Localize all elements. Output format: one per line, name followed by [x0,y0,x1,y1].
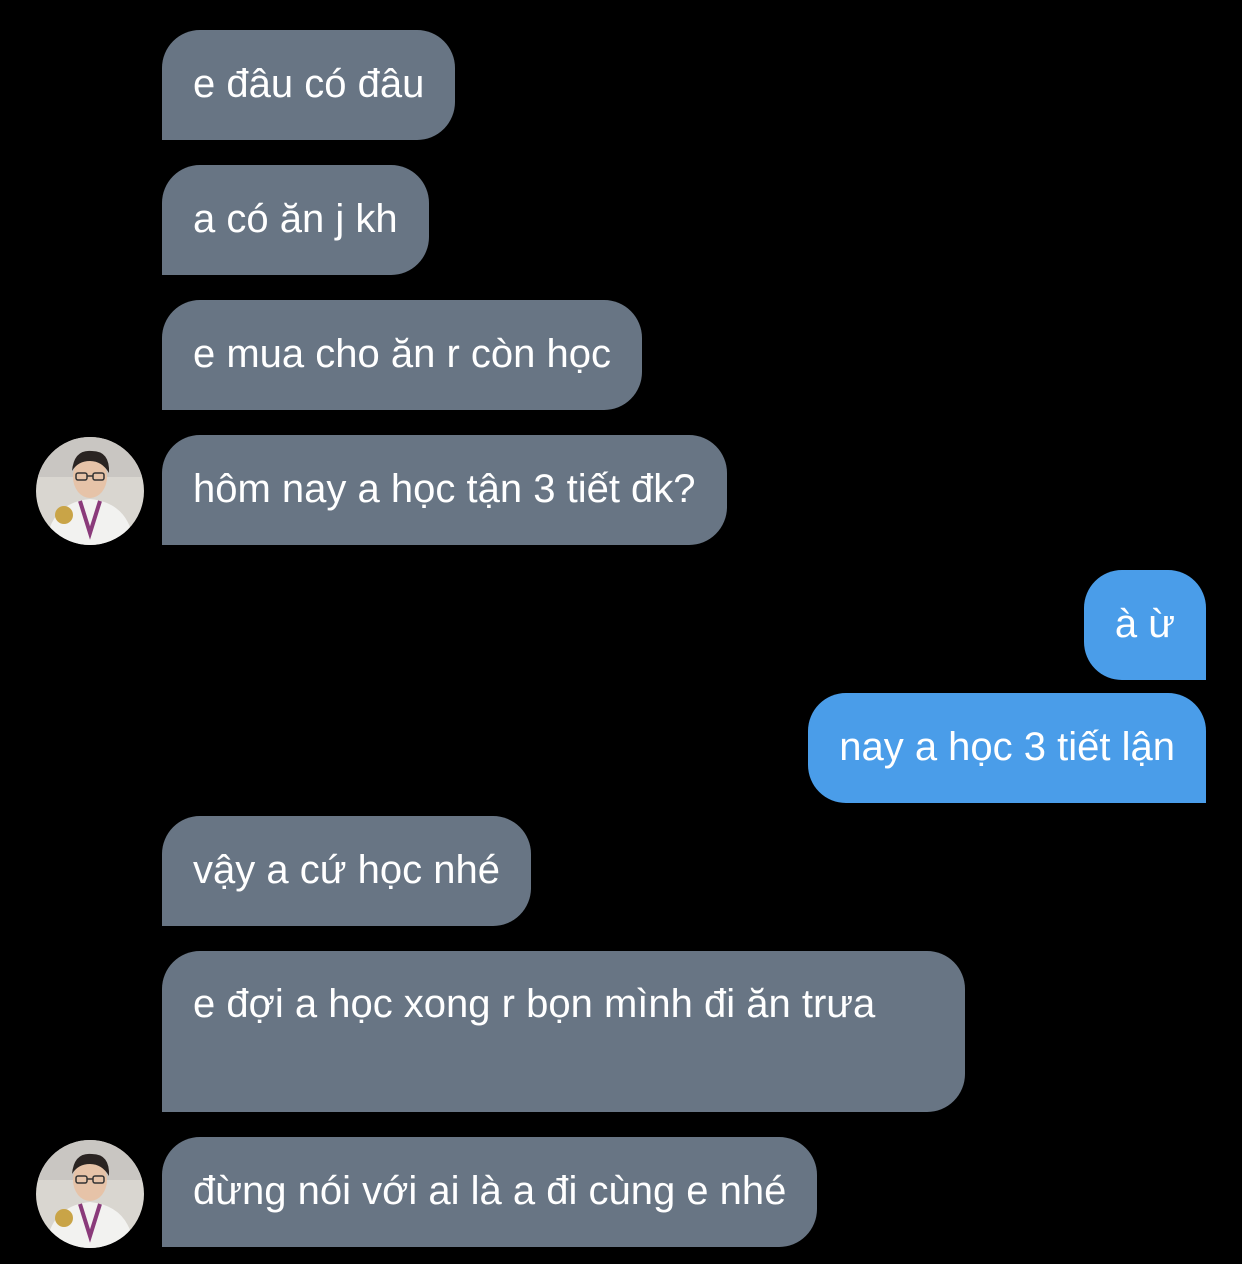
message-text: vậy a cứ học nhé [193,848,500,892]
message-text: e đợi a học xong r bọn mình đi ăn trưa [193,982,876,1026]
contact-avatar[interactable] [36,1140,144,1248]
message-bubble-incoming[interactable]: đừng nói với ai là a đi cùng e nhé [162,1137,818,1247]
avatar-photo-icon [36,437,144,545]
message-bubble-incoming[interactable]: e đợi a học xong r bọn mình đi ăn trưa [162,951,965,1112]
message-text: nay a học 3 tiết lận [839,725,1175,769]
message-text: e đâu có đâu [193,62,425,106]
message-bubble-incoming[interactable]: e mua cho ăn r còn học [162,300,643,410]
message-text: à ừ [1114,602,1175,646]
message-bubble-incoming[interactable]: a có ăn j kh [162,165,429,275]
message-text: a có ăn j kh [193,197,398,241]
message-bubble-incoming[interactable]: vậy a cứ học nhé [162,816,531,926]
message-bubble-outgoing[interactable]: nay a học 3 tiết lận [808,693,1206,803]
message-bubble-outgoing[interactable]: à ừ [1083,570,1206,680]
message-bubble-incoming[interactable]: hôm nay a học tận 3 tiết đk? [162,435,727,545]
avatar-photo-icon [36,1140,144,1248]
message-text: e mua cho ăn r còn học [193,332,612,376]
message-text: đừng nói với ai là a đi cùng e nhé [193,1169,787,1213]
contact-avatar[interactable] [36,437,144,545]
message-text: hôm nay a học tận 3 tiết đk? [193,467,696,511]
message-bubble-incoming[interactable]: e đâu có đâu [162,30,456,140]
